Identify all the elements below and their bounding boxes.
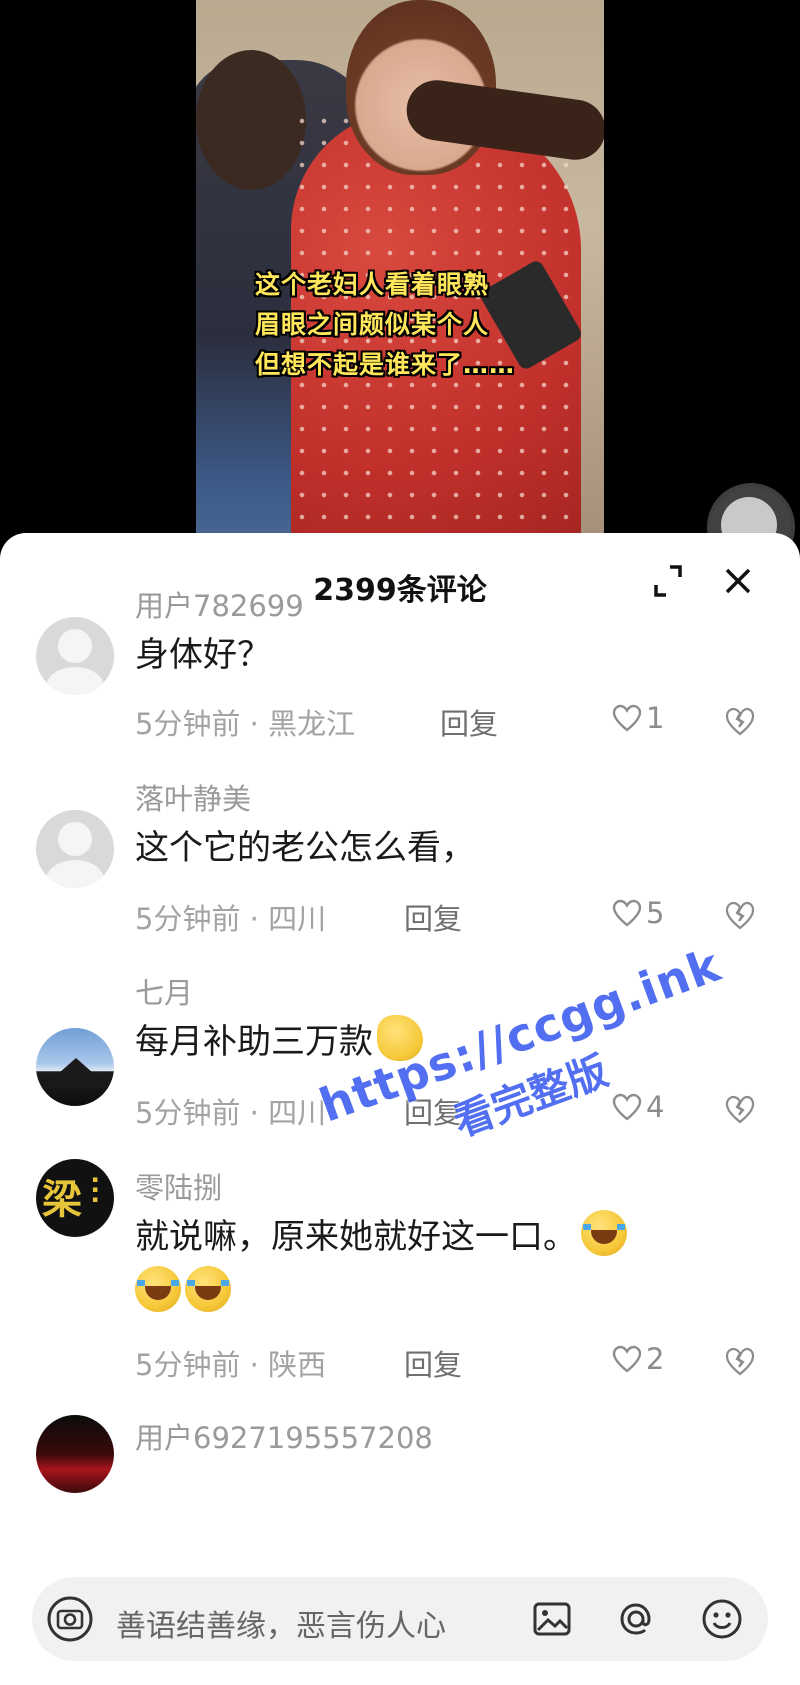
- heart-outline-icon: [612, 1093, 642, 1121]
- heart-outline-icon: [612, 1345, 642, 1373]
- reply-button[interactable]: 回复: [440, 701, 498, 743]
- avatar-glyph: 梁: [42, 1176, 82, 1223]
- caption-line-1: 这个老妇人看着眼熟: [255, 270, 490, 299]
- avatar-small-marks: ▪ ▪ ▪: [92, 1175, 99, 1205]
- avatar-mountain-peak: [42, 1058, 110, 1088]
- comment-time-location: 5分钟前 · 黑龙江: [135, 707, 356, 741]
- like-count: 4: [646, 1090, 665, 1124]
- broken-heart-icon[interactable]: [724, 1093, 756, 1125]
- comment-username[interactable]: 零陆捌: [135, 1165, 222, 1207]
- broken-heart-icon[interactable]: [724, 705, 756, 737]
- reply-button[interactable]: 回复: [404, 896, 462, 938]
- like-button[interactable]: 1: [612, 701, 664, 735]
- smiley-icon[interactable]: [700, 1597, 744, 1641]
- comment-text-content: 每月补助三万款: [135, 1022, 373, 1062]
- broken-heart-icon[interactable]: [724, 899, 756, 931]
- at-sign-icon[interactable]: [614, 1597, 658, 1641]
- comment-username[interactable]: 用户782699: [135, 583, 304, 625]
- comment-text-content: 就说嘛，原来她就好这一口。: [135, 1217, 577, 1257]
- like-button[interactable]: 5: [612, 896, 664, 930]
- avatar[interactable]: 梁 ▪ ▪ ▪: [36, 1159, 114, 1237]
- like-button[interactable]: 2: [612, 1342, 664, 1376]
- close-icon[interactable]: [718, 561, 758, 601]
- comment-text: 这个它的老公怎么看，: [135, 828, 475, 868]
- like-count: 2: [646, 1342, 665, 1376]
- laughing-tears-emoji: [135, 1266, 181, 1312]
- comments-header: 2399条评论: [0, 533, 800, 633]
- caption-line-2: 眉眼之间颇似某个人: [255, 310, 490, 339]
- image-icon[interactable]: [530, 1597, 574, 1641]
- avatar[interactable]: [36, 1415, 114, 1493]
- comment-text: 身体好？: [135, 635, 271, 675]
- laughing-tears-emoji: [581, 1210, 627, 1256]
- broken-heart-icon[interactable]: [724, 1345, 756, 1377]
- avatar[interactable]: [36, 1028, 114, 1106]
- caption-line-3: 但想不起是谁来了……: [255, 350, 516, 379]
- reply-button[interactable]: 回复: [404, 1342, 462, 1384]
- expand-icon[interactable]: [648, 561, 688, 601]
- video-caption: 这个老妇人看着眼熟 眉眼之间颇似某个人 但想不起是谁来了……: [255, 265, 575, 385]
- comment-time-location: 5分钟前 · 陕西: [135, 1348, 327, 1382]
- comment-time-location: 5分钟前 · 四川: [135, 1096, 327, 1130]
- comment-time-location: 5分钟前 · 四川: [135, 902, 327, 936]
- like-count: 5: [646, 896, 665, 930]
- comment-username[interactable]: 七月: [135, 970, 193, 1012]
- camera-icon[interactable]: [46, 1595, 94, 1643]
- comment-input-bar[interactable]: 善语结善缘，恶言伤人心: [32, 1577, 768, 1661]
- heart-outline-icon: [612, 704, 642, 732]
- comment-input-placeholder[interactable]: 善语结善缘，恶言伤人心: [116, 1601, 446, 1645]
- avatar[interactable]: [36, 810, 114, 888]
- like-count: 1: [646, 701, 665, 735]
- like-button[interactable]: 4: [612, 1090, 664, 1124]
- video-player[interactable]: 这个老妇人看着眼熟 眉眼之间颇似某个人 但想不起是谁来了……: [0, 0, 800, 560]
- avatar[interactable]: [36, 617, 114, 695]
- comment-text: 就说嘛，原来她就好这一口。: [135, 1209, 755, 1321]
- video-person-left-head: [196, 50, 306, 190]
- comment-username[interactable]: 用户6927195557208: [135, 1415, 433, 1457]
- laughing-tears-emoji: [185, 1266, 231, 1312]
- heart-outline-icon: [612, 899, 642, 927]
- comment-username[interactable]: 落叶静美: [135, 776, 251, 818]
